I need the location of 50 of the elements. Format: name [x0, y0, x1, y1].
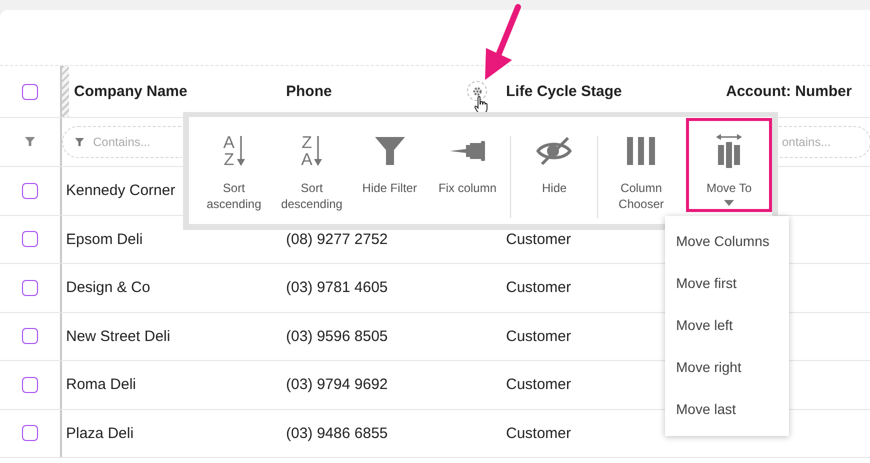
- toolbar-button[interactable]: Move To: [686, 118, 772, 212]
- funnel-icon: [374, 137, 405, 165]
- select-all-checkbox[interactable]: [22, 84, 38, 100]
- table-cell-text: Plaza Deli: [65, 424, 134, 442]
- table-cell-text: Design & Co: [65, 279, 150, 296]
- table-cell: Customer: [506, 230, 572, 248]
- resize-handle[interactable]: [62, 66, 69, 117]
- row-checkbox[interactable]: [22, 280, 38, 296]
- row-checkbox[interactable]: [22, 328, 38, 344]
- table-cell: Customer: [506, 279, 572, 296]
- caret-icon: [724, 200, 734, 206]
- filter-icon[interactable]: [25, 137, 35, 147]
- table-cell: (08) 9277 2752: [286, 230, 388, 248]
- table-cell: Customer: [506, 376, 572, 394]
- table-cell: Customer: [506, 328, 572, 345]
- row-checkbox[interactable]: [22, 376, 38, 393]
- row-checkbox[interactable]: [22, 231, 38, 248]
- column-header[interactable]: Phone: [286, 83, 332, 100]
- toolbar-button[interactable]: Z A Sort descending: [272, 118, 351, 212]
- table-cell-text: New Street Deli: [65, 328, 170, 345]
- table-cell: Customer: [506, 424, 572, 442]
- menu-item[interactable]: Move right: [665, 359, 789, 401]
- table-cell-text: Epsom Deli: [65, 230, 143, 248]
- menu-item[interactable]: Move last: [665, 401, 789, 443]
- filter-field[interactable]: ontains...: [779, 126, 870, 158]
- toolbar-button[interactable]: Hide: [515, 118, 594, 212]
- table-cell-text: Roma Deli: [65, 376, 136, 394]
- move-columns-icon: [716, 134, 742, 168]
- toolbar-button[interactable]: A Z Sort ascending: [195, 118, 273, 212]
- table-cell: (03) 9781 4605: [286, 279, 388, 296]
- menu-item[interactable]: Move first: [665, 275, 789, 317]
- table-cell: (03) 9596 8505: [286, 328, 388, 345]
- pin-icon: [450, 140, 486, 162]
- hidden-eye-icon: [536, 137, 572, 165]
- toolbar-button[interactable]: Fix column: [428, 118, 506, 212]
- table-cell: (03) 9486 6855: [286, 424, 388, 442]
- table-cell: (03) 9794 9692: [286, 376, 388, 394]
- column-header[interactable]: Life Cycle Stage: [506, 83, 622, 100]
- column-header[interactable]: Account: Number: [726, 83, 852, 100]
- row-checkbox[interactable]: [22, 425, 38, 442]
- column-header[interactable]: Company Name: [74, 83, 188, 100]
- filter-field[interactable]: Contains...: [62, 126, 182, 158]
- columns-icon: [627, 137, 656, 165]
- menu-item[interactable]: Move left: [665, 317, 789, 359]
- menu-item[interactable]: Move Columns: [665, 233, 789, 275]
- toolbar-button[interactable]: Hide Filter: [350, 118, 429, 212]
- toolbar-button[interactable]: Column Chooser: [602, 118, 680, 212]
- filter-icon: [75, 138, 84, 147]
- table-cell-text: Kennedy Corner: [65, 182, 176, 200]
- row-checkbox[interactable]: [22, 182, 38, 199]
